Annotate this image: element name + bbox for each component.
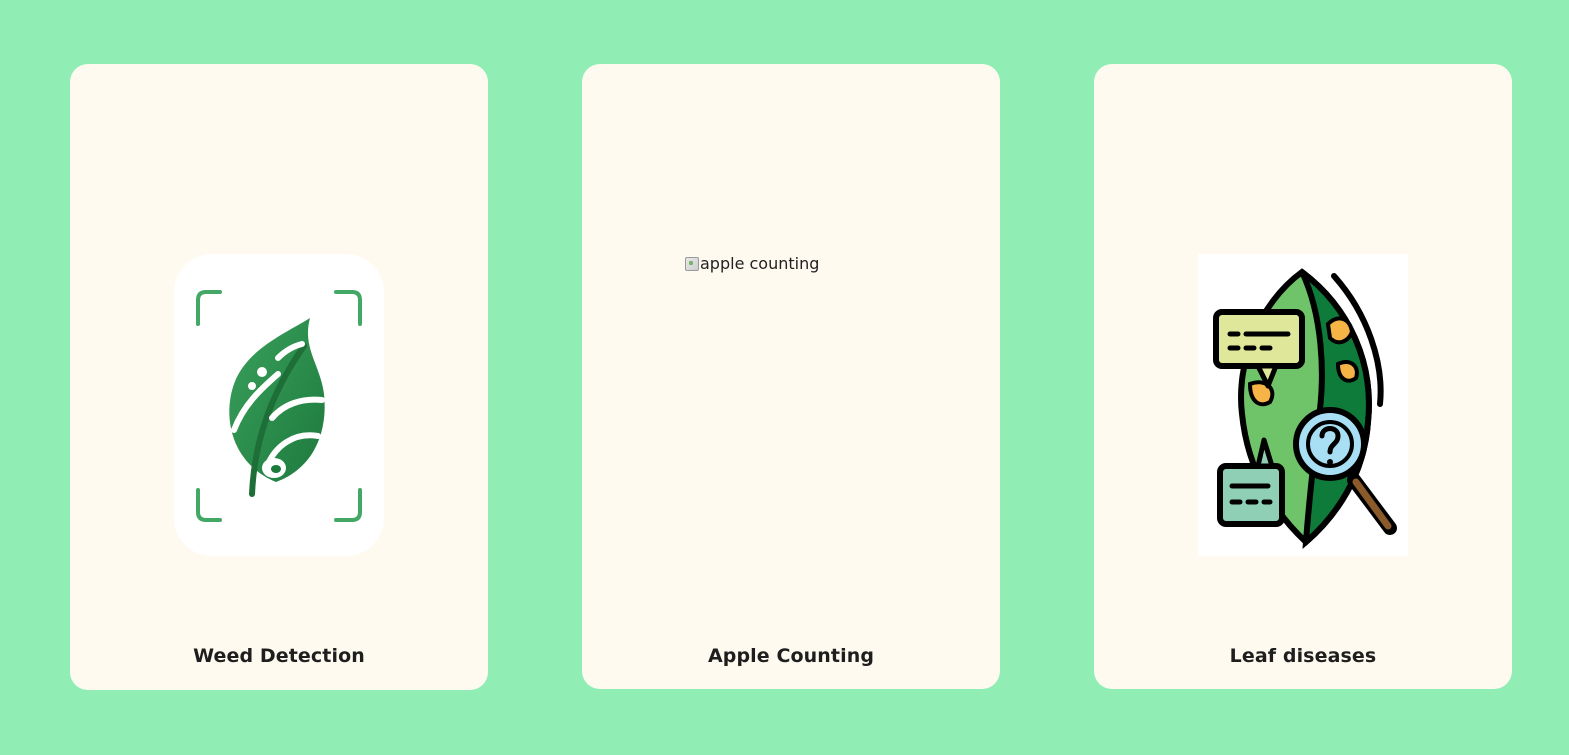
leaf-scan-illustration bbox=[174, 254, 384, 556]
card-leaf-diseases[interactable]: Leaf diseases bbox=[1094, 64, 1512, 689]
broken-image-icon bbox=[685, 256, 699, 271]
apple-counting-image: apple counting bbox=[685, 254, 819, 273]
leaf-disease-search-icon bbox=[1198, 254, 1408, 556]
image-alt-text: apple counting bbox=[700, 254, 820, 273]
card-weed-detection[interactable]: Weed Detection bbox=[70, 64, 488, 690]
leaf-disease-illustration bbox=[1198, 254, 1408, 556]
card-title: Weed Detection bbox=[193, 645, 365, 667]
card-title: Leaf diseases bbox=[1229, 645, 1377, 667]
card-apple-counting[interactable]: apple counting Apple Counting bbox=[582, 64, 1000, 689]
leaf-scan-icon bbox=[174, 254, 384, 556]
card-title: Apple Counting bbox=[707, 645, 875, 667]
